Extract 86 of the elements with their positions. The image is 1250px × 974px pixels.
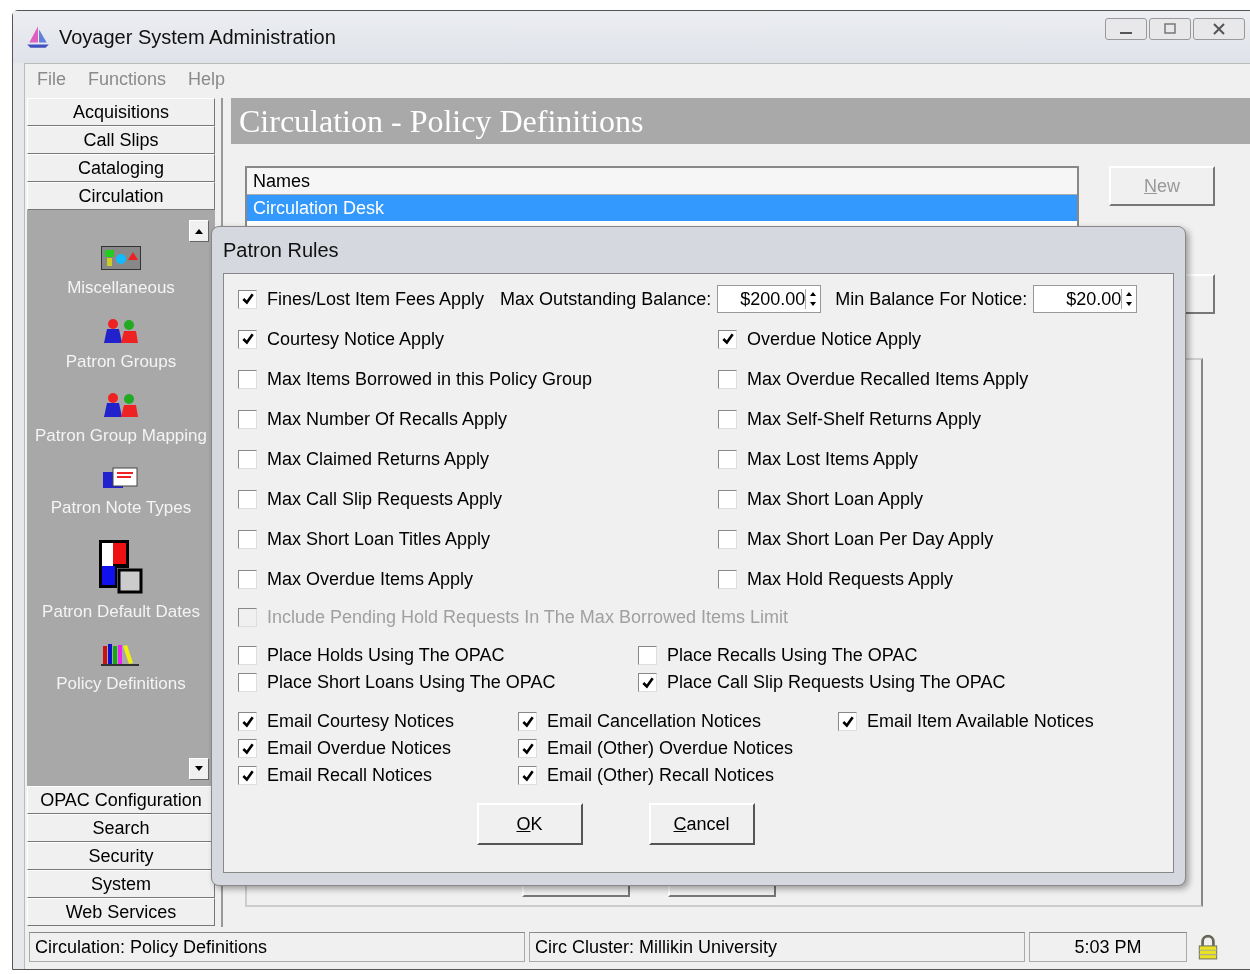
checkbox-label[interactable]: Fines/Lost Item Fees Apply xyxy=(267,288,485,310)
checkbox[interactable] xyxy=(638,646,657,665)
spin-field[interactable]: $20.00 xyxy=(1033,285,1138,313)
checkbox-label[interactable]: Email Courtesy Notices xyxy=(267,711,455,732)
checkbox[interactable] xyxy=(238,673,257,692)
checkbox-label[interactable]: Max Call Slip Requests Apply xyxy=(267,488,503,510)
books-icon[interactable] xyxy=(101,642,141,666)
checkbox-label[interactable]: Max Short Loan Per Day Apply xyxy=(747,528,994,550)
checkbox[interactable] xyxy=(718,489,737,509)
cancel-button[interactable]: Cancel xyxy=(648,803,755,845)
dialog-title: Patron Rules xyxy=(223,237,340,263)
page-header: Circulation - Policy Definitions xyxy=(231,98,1250,144)
sidebar-button[interactable]: Call Slips xyxy=(27,126,215,154)
checkbox-label[interactable]: Email Overdue Notices xyxy=(267,738,452,759)
checkbox-label[interactable]: Max Claimed Returns Apply xyxy=(267,448,490,470)
checkbox[interactable] xyxy=(238,369,257,389)
minimize-button[interactable] xyxy=(1105,18,1147,40)
checkbox[interactable] xyxy=(238,646,257,665)
status-pane: Circulation: Policy Definitions xyxy=(29,932,525,962)
checkbox-label[interactable]: Max Number Of Recalls Apply xyxy=(267,408,508,430)
checkbox-label[interactable]: Max Short Loan Apply xyxy=(747,488,924,510)
checkbox[interactable] xyxy=(718,529,737,549)
down-arrow-icon xyxy=(194,766,204,772)
checkbox[interactable] xyxy=(718,449,737,469)
checkbox[interactable] xyxy=(238,712,257,731)
checkbox[interactable] xyxy=(718,329,737,349)
ok-button[interactable]: OK xyxy=(476,803,583,845)
checkbox-label[interactable]: Max Items Borrowed in this Policy Group xyxy=(267,368,593,390)
people-icon[interactable] xyxy=(101,392,141,418)
checkbox-label[interactable]: Max Self-Shelf Returns Apply xyxy=(747,408,982,430)
checkbox-label[interactable]: Email Item Available Notices xyxy=(867,711,1094,732)
column-header[interactable]: Names xyxy=(247,168,1077,195)
up-arrow-icon xyxy=(194,228,204,234)
checkbox[interactable] xyxy=(718,369,737,389)
sidebar-button[interactable]: Web Services xyxy=(27,898,215,926)
checkbox[interactable] xyxy=(718,569,737,589)
people-icon[interactable] xyxy=(101,318,141,344)
checkbox[interactable] xyxy=(238,489,257,509)
lock-icon xyxy=(1197,934,1219,960)
checkbox-label[interactable]: Place Short Loans Using The OPAC xyxy=(267,672,556,693)
checkbox-label[interactable]: Email Cancellation Notices xyxy=(547,711,762,732)
status-pane: 5:03 PM xyxy=(1029,932,1187,962)
checkbox-label[interactable]: Email (Other) Recall Notices xyxy=(547,765,775,786)
checkbox[interactable] xyxy=(638,673,657,692)
shapes-icon[interactable] xyxy=(101,246,141,270)
checkbox-label[interactable]: Max Hold Requests Apply xyxy=(747,568,954,590)
checkbox[interactable] xyxy=(238,569,257,589)
checkbox[interactable] xyxy=(238,739,257,758)
checkbox[interactable] xyxy=(238,449,257,469)
checkbox-label[interactable]: Overdue Notice Apply xyxy=(747,328,922,350)
sidebar-button[interactable]: Acquisitions xyxy=(27,98,215,126)
checkbox-label[interactable]: Place Recalls Using The OPAC xyxy=(667,645,918,666)
checkbox-label[interactable]: Max Short Loan Titles Apply xyxy=(267,528,491,550)
spin-field[interactable]: $200.00 xyxy=(717,285,822,313)
scroll-up-button[interactable] xyxy=(189,220,209,242)
checkbox-label[interactable]: Max Lost Items Apply xyxy=(747,448,919,470)
close-button[interactable] xyxy=(1193,18,1245,40)
checkbox[interactable] xyxy=(238,409,257,429)
checkbox-label[interactable]: Courtesy Notice Apply xyxy=(267,328,445,350)
checkbox-label[interactable]: Email Recall Notices xyxy=(267,765,433,786)
checkbox-label[interactable]: Max Overdue Items Apply xyxy=(267,568,474,590)
field-label: Max Outstanding Balance: xyxy=(500,288,712,310)
checkbox-label[interactable]: Email (Other) Overdue Notices xyxy=(547,738,794,759)
checkbox-label[interactable]: Place Call Slip Requests Using The OPAC xyxy=(667,672,1006,693)
minimize-icon xyxy=(1120,32,1132,34)
scroll-down-button[interactable] xyxy=(189,758,209,780)
status-pane: Circ Cluster: Millikin University xyxy=(529,932,1025,962)
sidebar-button[interactable]: System xyxy=(27,870,215,898)
checkbox[interactable] xyxy=(238,529,257,549)
puzzle-icon[interactable] xyxy=(97,538,145,594)
note-cards-icon[interactable] xyxy=(101,466,141,490)
checkbox[interactable] xyxy=(238,289,257,309)
sidebar-button[interactable]: Cataloging xyxy=(27,154,215,182)
window-title: Voyager System Administration xyxy=(59,25,336,49)
checkbox[interactable] xyxy=(238,329,257,349)
checkbox-label[interactable]: Max Overdue Recalled Items Apply xyxy=(747,368,1029,390)
checkbox[interactable] xyxy=(518,712,537,731)
sidebar-button[interactable]: Circulation xyxy=(27,182,215,210)
field-label: Min Balance For Notice: xyxy=(835,288,1028,310)
checkbox[interactable] xyxy=(238,766,257,785)
checkbox[interactable] xyxy=(718,409,737,429)
sailboat-icon xyxy=(25,24,51,50)
checkbox-label[interactable]: Place Holds Using The OPAC xyxy=(267,645,505,666)
checkbox[interactable] xyxy=(518,739,537,758)
checkbox[interactable] xyxy=(518,766,537,785)
checkbox[interactable] xyxy=(838,712,857,731)
